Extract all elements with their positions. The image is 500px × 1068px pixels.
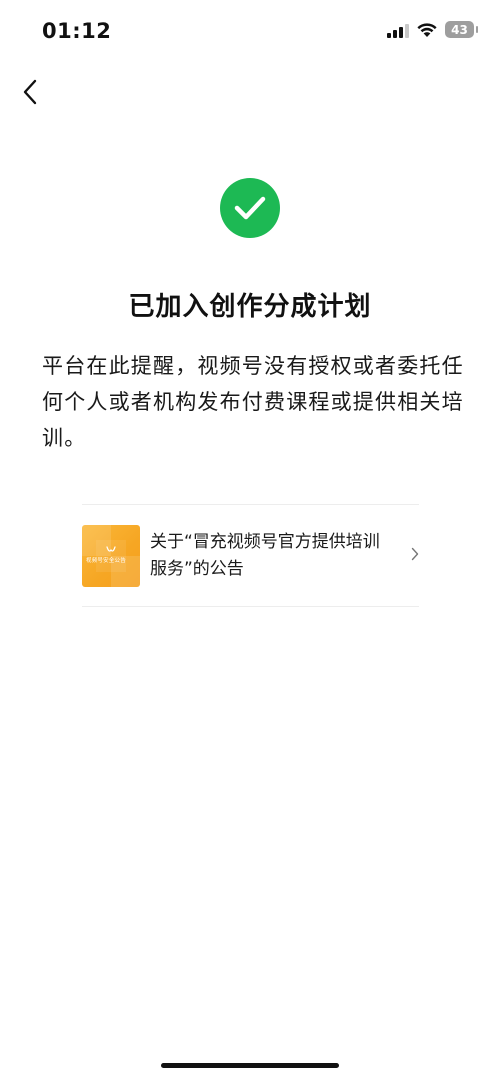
chevron-left-icon [23, 79, 37, 105]
chevron-right-icon [411, 547, 419, 561]
announcement-thumbnail: 视频号安全公告 [82, 524, 140, 587]
check-circle-icon [220, 178, 280, 238]
announcement-link[interactable]: 视频号安全公告 关于“冒充视频号官方提供培训服务”的公告 [82, 505, 419, 606]
home-indicator[interactable] [161, 1063, 339, 1068]
thumbnail-caption: 视频号安全公告 [86, 557, 126, 564]
battery-icon: 43 [445, 21, 478, 38]
channels-logo-icon [106, 545, 116, 552]
battery-level: 43 [451, 22, 468, 37]
status-bar: 01:12 43 [0, 0, 500, 64]
notice-text: 平台在此提醒，视频号没有授权或者委托任何个人或者机构发布付费课程或提供相关培训。 [42, 354, 464, 450]
status-time: 01:12 [42, 19, 112, 43]
back-button[interactable] [12, 74, 48, 110]
page-title: 已加入创作分成计划 [128, 292, 372, 322]
cellular-signal-icon [387, 22, 409, 38]
nav-bar [0, 64, 500, 120]
wifi-icon [417, 22, 437, 37]
divider-bottom [82, 606, 419, 607]
announcement-title: 关于“冒充视频号官方提供培训服务”的公告 [150, 531, 380, 579]
status-icons: 43 [387, 21, 478, 38]
